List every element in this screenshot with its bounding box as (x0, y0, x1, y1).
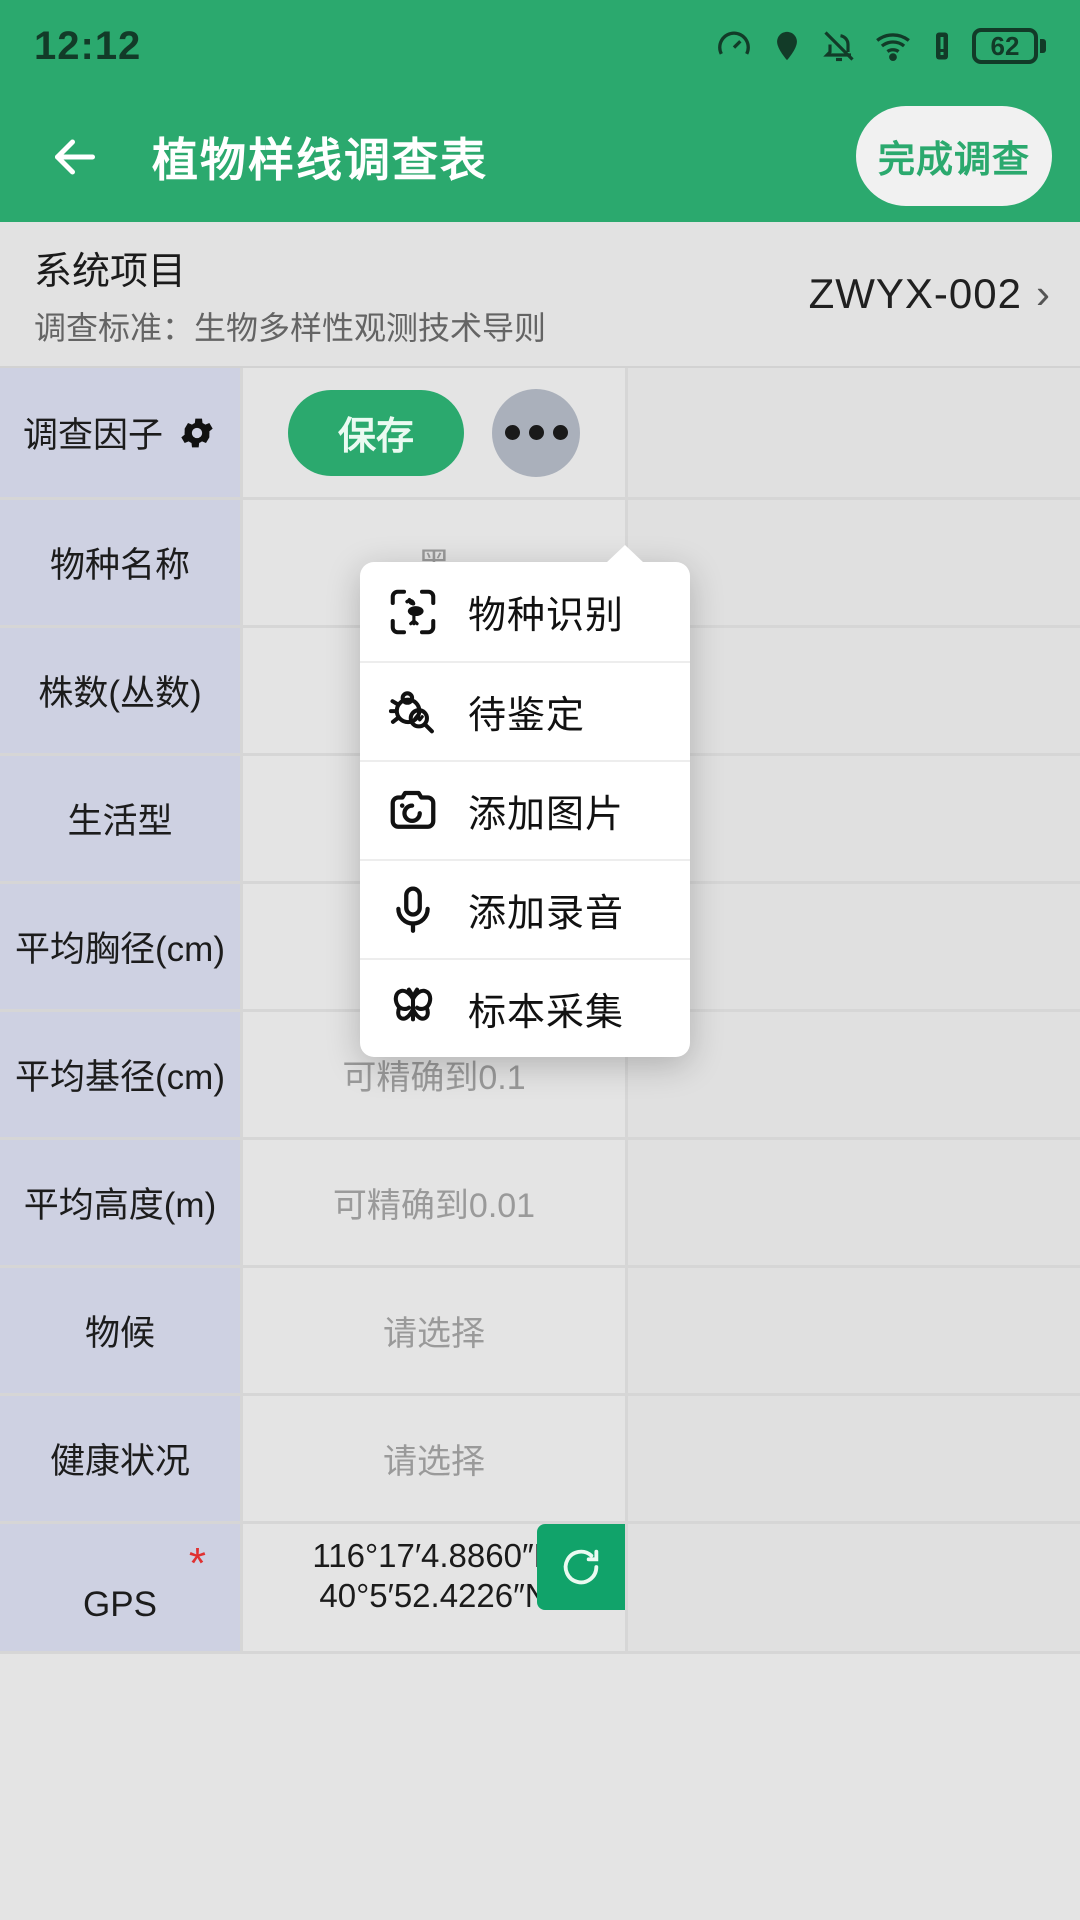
menu-item-label: 待鉴定 (468, 695, 586, 737)
gps-label: GPS (83, 1584, 157, 1624)
gps-label-cell: * GPS (0, 1524, 243, 1651)
camera-icon (384, 782, 442, 840)
row-label: 生活型 (0, 756, 243, 881)
finish-survey-button[interactable]: 完成调查 (856, 106, 1052, 206)
menu-item-add-recording[interactable]: 添加录音 (360, 859, 690, 958)
table-row: 健康状况 请选择 (0, 1396, 1080, 1524)
bell-muted-icon (821, 28, 857, 64)
save-button[interactable]: 保存 (288, 389, 464, 476)
more-options-button[interactable] (492, 388, 580, 477)
gps-longitude: 116°17′4.8860″E (312, 1537, 556, 1574)
sim-alert-icon (929, 28, 955, 64)
status-time: 12:12 (34, 23, 142, 68)
speedometer-icon (715, 27, 753, 65)
menu-item-add-picture[interactable]: 添加图片 (360, 760, 690, 859)
header-extra-cell (628, 368, 1080, 497)
row-extra (628, 1140, 1080, 1265)
gps-refresh-button[interactable] (537, 1524, 625, 1610)
table-row: 物候 请选择 (0, 1268, 1080, 1396)
row-label: 物候 (0, 1268, 243, 1393)
chevron-right-icon: › (1036, 270, 1050, 317)
header-actions-cell: 保存 (243, 368, 628, 497)
battery-level: 62 (972, 28, 1038, 64)
status-bar: 12:12 62 (0, 0, 1080, 92)
row-label: 平均高度(m) (0, 1140, 243, 1265)
row-extra (628, 1396, 1080, 1521)
microphone-icon (384, 881, 442, 939)
status-icons: 62 (715, 27, 1046, 65)
project-standard: 调查标准：生物多样性观测技术导则 (34, 309, 547, 346)
menu-item-specimen-collection[interactable]: 标本采集 (360, 958, 690, 1057)
row-label: 平均基径(cm) (0, 1012, 243, 1137)
row-extra (628, 1268, 1080, 1393)
gps-extra (628, 1524, 1080, 1651)
gps-value-cell[interactable]: 116°17′4.8860″E 40°5′52.4226″N (243, 1524, 628, 1651)
row-value[interactable]: 可精确到0.01 (243, 1140, 628, 1265)
row-label: 株数(丛数) (0, 628, 243, 753)
survey-factor-label: 调查因子 (22, 416, 163, 455)
back-button[interactable] (40, 122, 110, 192)
gear-icon[interactable] (177, 413, 217, 453)
app-bar: 植物样线调查表 完成调查 (0, 92, 1080, 222)
more-options-menu: 物种识别 待鉴定 添加图片 添加录音 标本采集 (360, 545, 690, 1057)
row-extra (628, 884, 1080, 1009)
menu-item-label: 标本采集 (468, 992, 625, 1034)
location-pin-icon (770, 29, 804, 63)
row-extra (628, 1012, 1080, 1137)
row-value[interactable]: 请选择 (243, 1396, 628, 1521)
menu-item-label: 添加录音 (468, 893, 625, 935)
menu-item-label: 添加图片 (468, 794, 625, 836)
survey-factor-label-cell[interactable]: 调查因子 (0, 368, 243, 497)
menu-item-species-recognition[interactable]: 物种识别 (360, 562, 690, 661)
bug-magnifier-icon (384, 683, 442, 741)
project-panel[interactable]: 系统项目 调查标准：生物多样性观测技术导则 ZWYX-002 › (0, 222, 1080, 368)
project-name: 系统项目 (34, 250, 187, 293)
table-row: 平均高度(m) 可精确到0.01 (0, 1140, 1080, 1268)
page-title: 植物样线调查表 (152, 134, 488, 186)
row-extra (628, 500, 1080, 625)
menu-item-pending-identification[interactable]: 待鉴定 (360, 661, 690, 760)
table-header-row: 调查因子 保存 (0, 368, 1080, 500)
butterfly-icon (384, 980, 442, 1038)
row-label: 物种名称 (0, 500, 243, 625)
menu-item-label: 物种识别 (468, 595, 625, 637)
row-label: 健康状况 (0, 1396, 243, 1521)
required-asterisk: * (188, 1539, 206, 1588)
project-code: ZWYX-002 (808, 270, 1022, 317)
row-value[interactable]: 请选择 (243, 1268, 628, 1393)
project-selector[interactable]: ZWYX-002 › (809, 270, 1050, 318)
wifi-icon (874, 27, 912, 65)
row-extra (628, 628, 1080, 753)
species-scan-icon (384, 583, 442, 641)
row-extra (628, 756, 1080, 881)
battery-icon: 62 (972, 28, 1046, 64)
gps-latitude: 40°5′52.4226″N (319, 1577, 549, 1615)
project-info: 系统项目 调查标准：生物多样性观测技术导则 (34, 240, 546, 349)
gps-row: * GPS 116°17′4.8860″E 40°5′52.4226″N (0, 1524, 1080, 1654)
row-label: 平均胸径(cm) (0, 884, 243, 1009)
